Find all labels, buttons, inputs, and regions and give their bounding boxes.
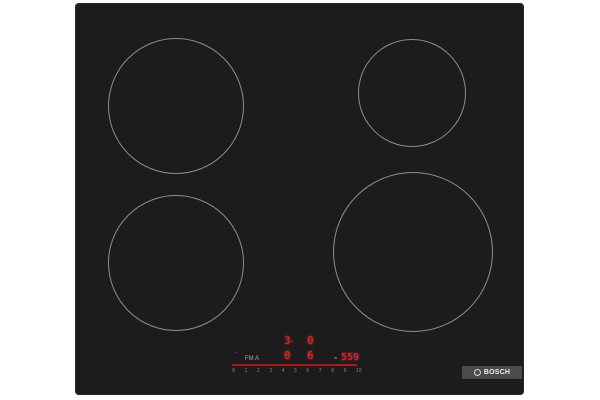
scale-mark-9[interactable]: 9 bbox=[344, 368, 347, 376]
scale-mark-5[interactable]: 5 bbox=[294, 368, 297, 376]
cooking-zone-front-right[interactable] bbox=[333, 172, 493, 332]
scale-mark-10[interactable]: 10 bbox=[356, 368, 362, 376]
power-scale[interactable]: 0 1 2 3 4 5 6 7 8 9 10 bbox=[232, 368, 362, 376]
brand-logo: BOSCH bbox=[462, 366, 522, 379]
display-bottom-left-digit: 0 bbox=[284, 349, 291, 362]
power-slider[interactable] bbox=[232, 364, 357, 366]
scale-mark-3[interactable]: 3 bbox=[269, 368, 272, 376]
left-indicator: • bbox=[235, 350, 237, 356]
scale-mark-4[interactable]: 4 bbox=[282, 368, 285, 376]
scale-mark-7[interactable]: 7 bbox=[319, 368, 322, 376]
brand-icon bbox=[473, 369, 481, 376]
scale-mark-2[interactable]: 2 bbox=[257, 368, 260, 376]
scale-mark-8[interactable]: 8 bbox=[331, 368, 334, 376]
cooking-zone-rear-right[interactable] bbox=[358, 39, 466, 147]
scale-mark-1[interactable]: 1 bbox=[244, 368, 247, 376]
scale-mark-0[interactable]: 0 bbox=[232, 368, 235, 376]
cooking-zone-back-left[interactable] bbox=[108, 195, 244, 331]
display-bottom-right-digit: 6 bbox=[307, 349, 314, 362]
brand-name: BOSCH bbox=[483, 369, 511, 376]
timer-icon: ≈ bbox=[334, 356, 338, 362]
timer-display: 559 bbox=[341, 352, 360, 363]
scale-mark-6[interactable]: 6 bbox=[306, 368, 309, 376]
display-top-right-digit: 0 bbox=[307, 334, 314, 347]
display-top-left-digit: 3 bbox=[284, 334, 291, 347]
cooking-zone-front-left[interactable] bbox=[108, 38, 244, 174]
function-icons[interactable]: FM A bbox=[245, 356, 259, 362]
display-top-left-suffix: o bbox=[291, 339, 294, 345]
